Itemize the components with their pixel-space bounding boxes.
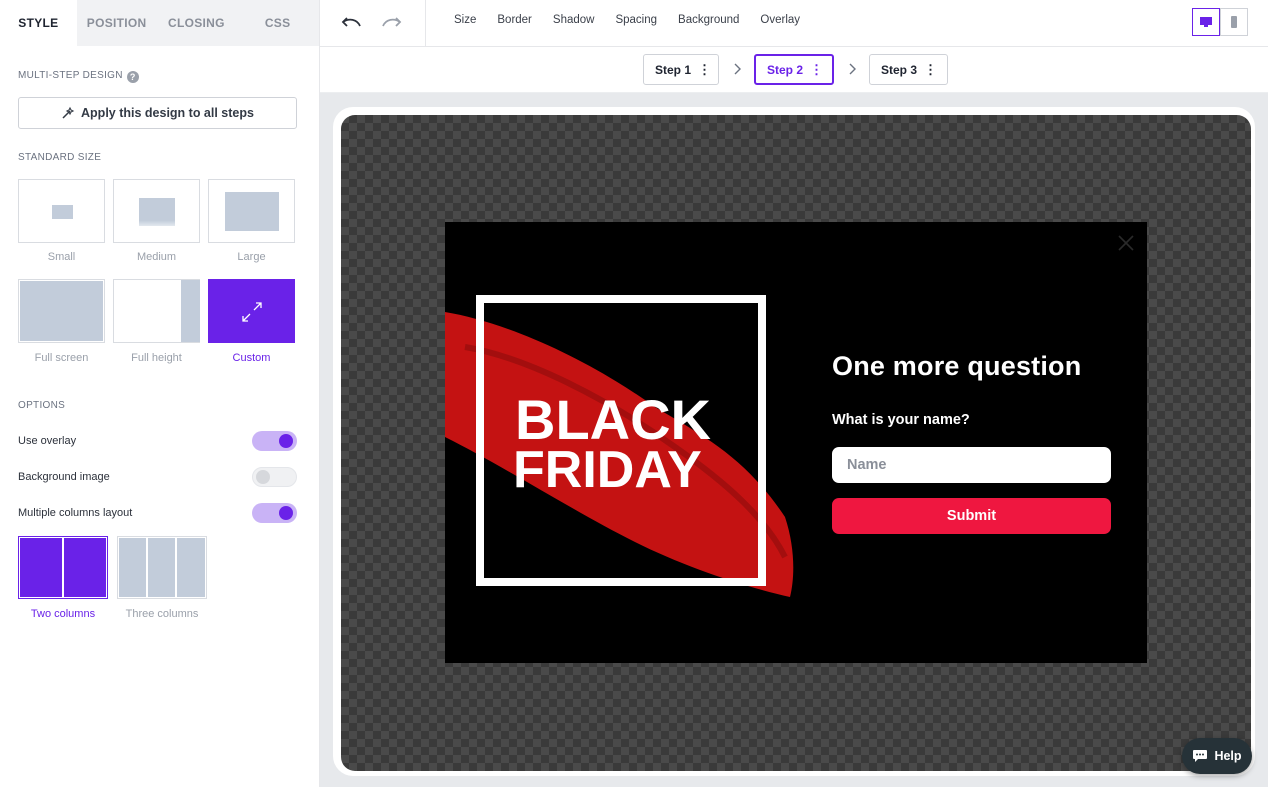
black-friday-image: BLACK FRIDAY [445,295,794,597]
use-overlay-toggle[interactable] [252,431,297,451]
editor-toolbar: Size Border Shadow Spacing Background Ov… [320,0,1268,47]
tab-position[interactable]: POSITION [77,0,157,46]
step-1-tab[interactable]: Step 1 ⋮ [643,54,719,85]
step-3-tab[interactable]: Step 3 ⋮ [869,54,948,85]
desktop-icon [1200,17,1212,27]
step-menu-icon[interactable]: ⋮ [924,63,937,76]
size-full-screen-option[interactable] [18,279,105,343]
step-menu-icon[interactable]: ⋮ [810,63,823,76]
tab-css[interactable]: CSS [236,0,319,46]
tab-closing[interactable]: CLOSING [157,0,237,46]
menu-background[interactable]: Background [678,14,739,26]
popup-question: What is your name? [832,412,970,428]
redo-icon[interactable] [379,11,403,35]
size-medium-label: Medium [136,251,177,263]
chevron-right-icon [733,62,741,78]
steps-bar: Step 1 ⋮ Step 2 ⋮ Step 3 ⋮ [320,47,1268,93]
step-3-label: Step 3 [881,62,918,77]
toggle-knob [256,470,270,484]
step-menu-icon[interactable]: ⋮ [698,63,711,76]
toolbar-menu: Size Border Shadow Spacing Background Ov… [454,14,821,26]
popup-title: One more question [832,351,1082,381]
size-full-screen-label: Full screen [34,352,89,364]
standard-size-heading: STANDARD SIZE [18,152,102,163]
toolbar-divider [425,0,426,46]
expand-arrows-icon [242,302,262,322]
friday-text: FRIDAY [513,441,702,499]
chat-icon [1193,750,1208,762]
size-large-label: Large [237,251,266,263]
panel-tabs: STYLE POSITION CLOSING CSS [0,0,319,46]
toggle-knob [279,434,293,448]
menu-spacing[interactable]: Spacing [615,14,657,26]
step-2-tab[interactable]: Step 2 ⋮ [754,54,834,85]
help-label: Help [1214,749,1242,763]
name-input[interactable] [832,447,1111,483]
size-small-option[interactable] [18,179,105,243]
menu-size[interactable]: Size [454,14,476,26]
multiple-columns-toggle[interactable] [252,503,297,523]
size-full-height-label: Full height [131,352,182,364]
options-heading: OPTIONS [18,400,66,411]
tab-style[interactable]: STYLE [0,0,77,46]
overlay-backdrop: BLACK FRIDAY One more question What is y… [341,115,1251,771]
background-image-label: Background image [18,471,110,483]
size-medium-option[interactable] [113,179,200,243]
settings-panel: STYLE POSITION CLOSING CSS MULTI-STEP DE… [0,0,320,787]
mobile-view-button[interactable] [1220,8,1248,36]
magic-wand-icon [62,106,75,119]
menu-shadow[interactable]: Shadow [553,14,595,26]
two-columns-label: Two columns [30,608,96,620]
step-2-label: Step 2 [767,62,804,77]
multiple-columns-label: Multiple columns layout [18,507,133,519]
apply-design-all-steps-button[interactable]: Apply this design to all steps [18,97,297,129]
mobile-icon [1231,16,1237,28]
size-small-label: Small [47,251,76,263]
close-icon[interactable] [1117,234,1135,252]
multistep-label: MULTI-STEP DESIGN [18,70,123,81]
preview-canvas: BLACK FRIDAY One more question What is y… [320,93,1268,787]
apply-label: Apply this design to all steps [81,106,254,120]
size-large-option[interactable] [208,179,295,243]
toggle-knob [279,506,293,520]
two-columns-option[interactable] [18,536,108,599]
undo-icon[interactable] [340,11,364,35]
desktop-view-button[interactable] [1192,8,1220,36]
size-full-height-option[interactable] [113,279,200,343]
submit-button[interactable]: Submit [832,498,1111,534]
preview-frame: BLACK FRIDAY One more question What is y… [333,107,1255,776]
size-custom-label: Custom [232,352,271,364]
help-button[interactable]: Help [1182,738,1252,774]
help-question-icon[interactable]: ? [126,71,139,83]
multistep-heading: MULTI-STEP DESIGN? [18,70,139,83]
step-1-label: Step 1 [655,62,692,77]
size-custom-option[interactable] [208,279,295,343]
background-image-toggle[interactable] [252,467,297,487]
menu-overlay[interactable]: Overlay [760,14,800,26]
popup[interactable]: BLACK FRIDAY One more question What is y… [445,222,1147,663]
use-overlay-label: Use overlay [18,435,77,447]
three-columns-label: Three columns [125,608,199,620]
chevron-right-icon [848,62,856,78]
menu-border[interactable]: Border [497,14,532,26]
three-columns-option[interactable] [117,536,207,599]
